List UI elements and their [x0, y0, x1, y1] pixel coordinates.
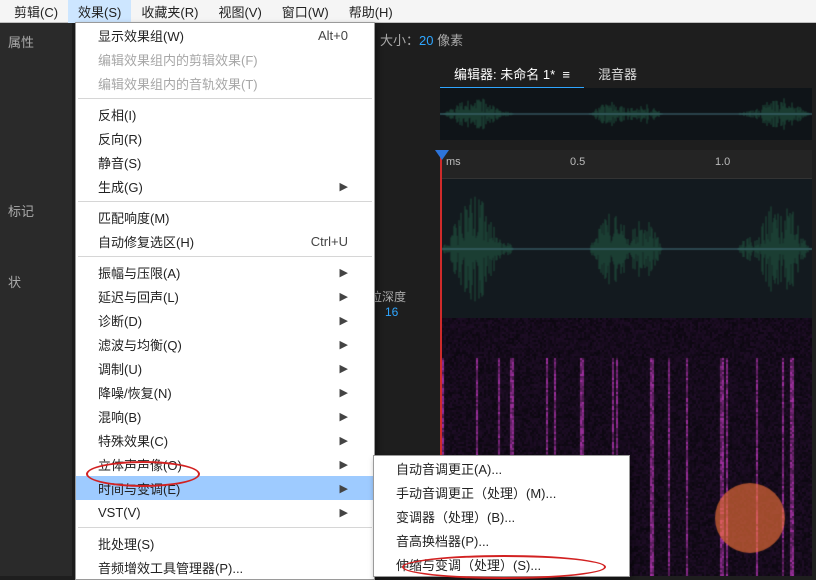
menu-row[interactable]: 振幅与压限(A)▶ [76, 260, 374, 284]
size-label: 大小： [380, 33, 419, 48]
menu-row[interactable]: 滤波与均衡(Q)▶ [76, 332, 374, 356]
menu-row[interactable]: 显示效果组(W)Alt+0 [76, 23, 374, 47]
menu-row[interactable]: VST(V)▶ [76, 500, 374, 524]
tab-mixer[interactable]: 混音器 [584, 60, 651, 89]
time-ruler[interactable]: ms0.51.0 [440, 150, 812, 178]
menu-row[interactable]: 降噪/恢复(N)▶ [76, 380, 374, 404]
left-sidebar: 属性 标记 状 [0, 22, 72, 576]
bitdepth-label: 位深度 [370, 288, 406, 305]
menu-row[interactable]: 调制(U)▶ [76, 356, 374, 380]
menu-row: 编辑效果组内的音轨效果(T) [76, 71, 374, 95]
effects-menu: 显示效果组(W)Alt+0编辑效果组内的剪辑效果(F)编辑效果组内的音轨效果(T… [75, 22, 375, 580]
menu-row[interactable]: 诊断(D)▶ [76, 308, 374, 332]
panel-state[interactable]: 状 [0, 262, 72, 301]
menu-row[interactable]: 混响(B)▶ [76, 404, 374, 428]
submenu-row[interactable]: 变调器（处理）(B)... [374, 504, 629, 528]
submenu-row[interactable]: 伸缩与变调（处理）(S)... [374, 552, 629, 576]
menu-row[interactable]: 时间与变调(E)▶ [76, 476, 374, 500]
menubar: 剪辑(C)效果(S)收藏夹(R)视图(V)窗口(W)帮助(H) [0, 0, 816, 23]
menu-row[interactable]: 特殊效果(C)▶ [76, 428, 374, 452]
editor-tabs: 编辑器: 未命名 1* ≡ 混音器 [440, 60, 651, 89]
overview-strip[interactable] [440, 88, 812, 140]
waveform-track[interactable] [440, 178, 812, 320]
menu-row[interactable]: 延迟与回声(L)▶ [76, 284, 374, 308]
menu-item[interactable]: 视图(V) [208, 0, 271, 23]
tab-editor[interactable]: 编辑器: 未命名 1* ≡ [440, 60, 584, 89]
size-readout: 大小：20 像素 [380, 30, 463, 49]
size-value[interactable]: 20 [419, 33, 433, 48]
submenu-row[interactable]: 自动音调更正(A)... [374, 456, 629, 480]
menu-row[interactable]: 生成(G)▶ [76, 174, 374, 198]
bitdepth-value[interactable]: 16 [385, 305, 398, 319]
menu-row: 编辑效果组内的剪辑效果(F) [76, 47, 374, 71]
menu-item[interactable]: 收藏夹(R) [131, 0, 208, 23]
menu-row[interactable]: 批处理(S) [76, 531, 374, 555]
panel-markers[interactable]: 标记 [0, 191, 72, 230]
menu-item[interactable]: 剪辑(C) [4, 0, 68, 23]
submenu-row[interactable]: 手动音调更正（处理）(M)... [374, 480, 629, 504]
menu-item[interactable]: 帮助(H) [339, 0, 403, 23]
menu-item[interactable]: 效果(S) [68, 0, 131, 23]
menu-row[interactable]: 音频增效工具管理器(P)... [76, 555, 374, 579]
menu-row[interactable]: 静音(S) [76, 150, 374, 174]
panel-props[interactable]: 属性 [0, 22, 72, 61]
menu-row[interactable]: 自动修复选区(H)Ctrl+U [76, 229, 374, 253]
menu-row[interactable]: 反向(R) [76, 126, 374, 150]
menu-row[interactable]: 反相(I) [76, 102, 374, 126]
menu-row[interactable]: 匹配响度(M) [76, 205, 374, 229]
submenu-row[interactable]: 音高换档器(P)... [374, 528, 629, 552]
time-pitch-submenu: 自动音调更正(A)...手动音调更正（处理）(M)...变调器（处理）(B)..… [373, 455, 630, 577]
size-unit: 像素 [433, 33, 463, 48]
menu-row[interactable]: 立体声声像(O)▶ [76, 452, 374, 476]
menu-item[interactable]: 窗口(W) [272, 0, 339, 23]
